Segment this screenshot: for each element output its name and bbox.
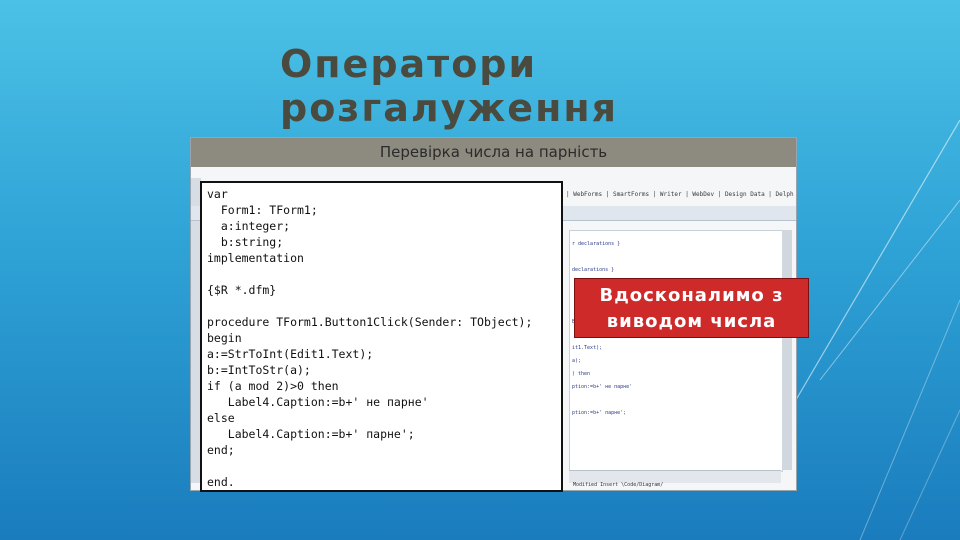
code-line: Label4.Caption:=b+' не парне' (207, 395, 429, 409)
code-line: Form1: TForm1; (207, 203, 318, 217)
code-listing: var Form1: TForm1; a:integer; b:string; i… (200, 181, 563, 492)
code-line: a:=StrToInt(Edit1.Text); (207, 347, 374, 361)
screenshot-caption: Перевірка числа на парність (191, 138, 796, 167)
ide-editor-line: ption:=b+' парне'; (572, 410, 627, 416)
code-line: end; (207, 443, 235, 457)
ide-status-text: Modified Insert \Code/Diagram/ (573, 482, 664, 488)
callout-box: Вдосконалимо з виводом числа (574, 278, 809, 338)
code-line: end. (207, 475, 235, 489)
ide-editor-line: ption:=b+' не парне' (572, 384, 633, 390)
code-line: Label4.Caption:=b+' парне'; (207, 427, 415, 441)
slide-title: Оператори розгалуження (280, 42, 618, 130)
ide-palette-tabs: | WebForms | SmartForms | Writer | WebDe… (566, 191, 794, 198)
callout-line-2: виводом числа (606, 311, 777, 332)
code-line: a:integer; (207, 219, 291, 233)
ide-editor-line: it1.Text); (572, 345, 603, 351)
ide-editor-line (572, 251, 777, 264)
ide-editor-line: ) then (572, 371, 591, 377)
code-line: var (207, 187, 228, 201)
code-line: procedure TForm1.Button1Click(Sender: TO… (207, 315, 533, 329)
code-line: if (a mod 2)>0 then (207, 379, 339, 393)
code-line: b:string; (207, 235, 284, 249)
ide-editor-line: a); (572, 358, 582, 364)
code-line: else (207, 411, 235, 425)
code-line: b:=IntToStr(a); (207, 363, 311, 377)
ide-editor-line: r declarations } (572, 241, 621, 247)
code-line: begin (207, 331, 242, 345)
ide-editor-line: declarations } (572, 267, 615, 273)
callout-line-1: Вдосконалимо з (599, 285, 784, 306)
code-line: implementation (207, 251, 304, 265)
ide-scrollbar (782, 230, 792, 470)
code-line: {$R *.dfm} (207, 283, 277, 297)
ide-editor-line (572, 394, 777, 407)
ide-statusbar: Modified Insert \Code/Diagram/ (569, 470, 781, 488)
